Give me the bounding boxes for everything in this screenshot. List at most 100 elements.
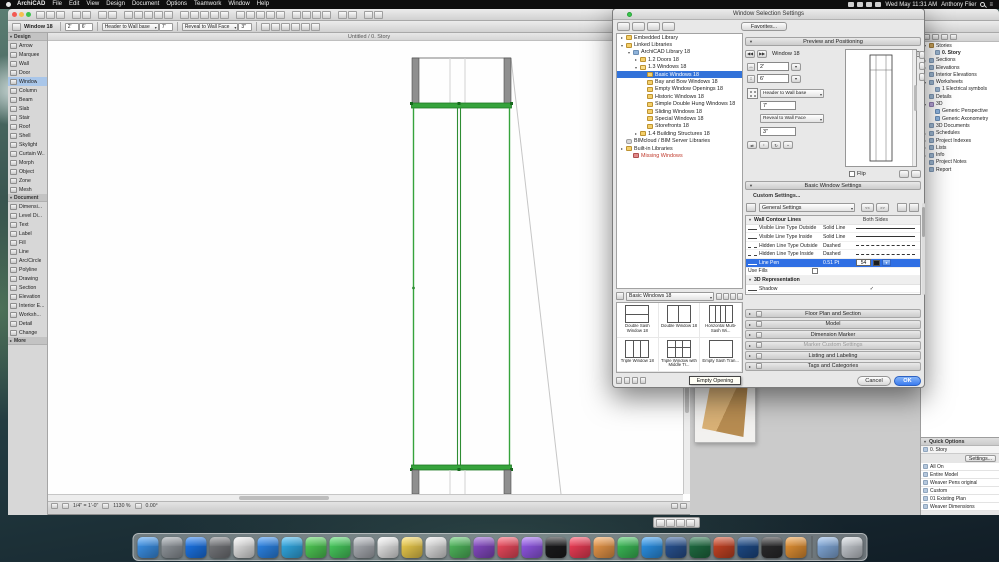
navigator-item-report[interactable]: Report [921,166,999,173]
menu-edit[interactable]: Edit [69,0,79,9]
show-3d-icon[interactable] [338,10,347,19]
height-quick-field[interactable]: 6' [78,22,93,31]
library-item-missing-windows[interactable]: Missing Windows [617,152,742,159]
pen-color-swatch[interactable] [873,259,880,266]
library-folder-dropdown[interactable]: Basic Windows 18 [626,291,714,301]
save-icon[interactable] [56,10,65,19]
width-field[interactable]: 2' [757,62,789,71]
settings-scrollbar[interactable] [922,203,925,295]
dock-maps-icon[interactable] [449,536,470,558]
preview-view-icon[interactable] [737,292,743,300]
dock-news-icon[interactable] [569,536,590,558]
small-icons-view-icon[interactable] [723,292,729,300]
open-part-icon[interactable] [624,377,630,384]
navigator-item-info[interactable]: ▸Info [921,151,999,158]
menu-window[interactable]: Window [228,0,249,9]
tool-slab[interactable]: Slab [8,104,47,113]
zoom-out-icon[interactable] [102,503,110,509]
minimize-window-button[interactable] [19,12,24,17]
reveal-anchor-value-field[interactable]: 3" [760,127,796,136]
wall-bottom[interactable] [411,469,512,494]
dock-system-preferences-icon[interactable] [209,536,230,558]
reveal-anchor-dropdown[interactable]: Reveal to Wall Face [760,114,824,123]
list-view-icon[interactable] [617,22,630,31]
wifi-icon[interactable] [866,2,873,7]
apple-menu-icon[interactable] [6,2,11,7]
previous-object-button[interactable]: ◀◀ [745,49,755,58]
tool-window[interactable]: Window [8,77,47,86]
tool-stair[interactable]: Stair [8,113,47,122]
dock-numbers-icon[interactable] [617,536,638,558]
cursor-snap-icon[interactable] [676,518,685,527]
grid-snap-icon[interactable] [210,10,219,19]
search-icon[interactable] [662,22,675,31]
navigator-item-generic-perspective[interactable]: Generic Perspective [921,108,999,115]
publish-icon[interactable] [82,10,91,19]
navigator-item-3d-documents[interactable]: 3D Documents [921,122,999,129]
dock-pages-icon[interactable] [593,536,614,558]
split-icon[interactable] [246,10,255,19]
spotlight-icon[interactable] [980,2,986,7]
mirror-horizontal-button[interactable]: ⇄ [747,141,757,149]
checkbox-checked[interactable]: ✓ [870,286,874,292]
navigator-item-sections[interactable]: ▸Sections [921,57,999,64]
section-tags-and-categories[interactable]: ▸ Tags and Categories [745,361,921,371]
tool-object[interactable]: Object [8,167,47,176]
navigator-item-0-story[interactable]: 0. Story [921,49,999,56]
new-file-icon[interactable] [36,10,45,19]
unlock-icon[interactable] [322,10,331,19]
menu-file[interactable]: File [52,0,62,9]
tool-shell[interactable]: Shell [8,131,47,140]
navigator-item-3d[interactable]: ▾3D [921,100,999,107]
plan-drawing[interactable] [48,41,683,494]
library-part-triple-window-with-middle-tr[interactable]: Triple Window with Middle Tr... [658,337,701,372]
story-up-icon[interactable] [190,10,199,19]
edge-hotspot[interactable] [412,286,415,290]
preview-3d-view-button[interactable] [919,73,925,81]
open-file-icon[interactable] [46,10,55,19]
navigator-item-project-notes[interactable]: Project Notes [921,159,999,166]
tool-zone[interactable]: Zone [8,176,47,185]
tracker-icon[interactable] [686,518,695,527]
layout-book-icon[interactable] [941,34,948,40]
flip-side-button[interactable]: ↔ [783,141,793,149]
library-part-double-sash-window-18[interactable]: Double Sash Window 18 [617,303,659,338]
menu-document[interactable]: Document [132,0,159,9]
rotation-indicator[interactable]: 0.00° [146,503,158,509]
dialog-titlebar[interactable]: Window Selection Settings [613,9,924,20]
library-item-1-3-windows-18[interactable]: ▾ 1.3 Windows 18 [617,64,742,71]
setting-row-line-pen[interactable]: Line Pen 0.51 Pt 54 ▾ [746,258,920,268]
library-part-triple-window-18[interactable]: Triple Window 18 [617,337,659,372]
publisher-icon[interactable] [950,34,957,40]
list-view-icon[interactable] [730,292,736,300]
selected-window-element[interactable] [410,102,513,471]
header-anchor-quick-dropdown[interactable]: Header to Wall base [101,22,159,31]
menubar-clock[interactable]: Wed May 11:31 AM [885,2,937,8]
toolbox-section-document[interactable]: ▾ Document [8,194,47,202]
header-anchor-quick-value[interactable]: 7' [158,22,173,31]
dock-excel-icon[interactable] [689,536,710,558]
tool-elevation[interactable]: Elevation [8,292,47,301]
quick-options-icon[interactable] [51,503,58,509]
navigator-item-elevations[interactable]: ▸Elevations [921,64,999,71]
dock-notes-icon[interactable] [401,536,422,558]
tool-beam[interactable]: Beam [8,95,47,104]
menu-help[interactable]: Help [257,0,269,9]
dock-app-store-icon[interactable] [185,536,206,558]
floor-plan-canvas[interactable]: Untitled / 0. Story 1/4" = 1'-0" 1130 % … [48,33,690,510]
ok-button[interactable]: OK [894,376,921,386]
zoom-out-icon[interactable] [144,10,153,19]
tool-arc-circle[interactable]: Arc/Circle [8,256,47,265]
dock-downloads-icon[interactable] [817,536,838,558]
library-part-empty-sash-tran[interactable]: Empty Sash Tran... [700,337,742,372]
navigator-item-worksheets[interactable]: ▾Worksheets [921,78,999,85]
width-quick-field[interactable]: 2' [64,22,79,31]
setting-row-shadow[interactable]: Shadow ✓ [746,285,920,294]
previous-settings-page-button[interactable]: << [861,203,874,212]
home-icon[interactable] [647,22,660,31]
tool-fill[interactable]: Fill [8,238,47,247]
tool-drawing[interactable]: Drawing [8,274,47,283]
tool-mesh[interactable]: Mesh [8,185,47,194]
menu-teamwork[interactable]: Teamwork [194,0,221,9]
group-icon[interactable] [292,10,301,19]
